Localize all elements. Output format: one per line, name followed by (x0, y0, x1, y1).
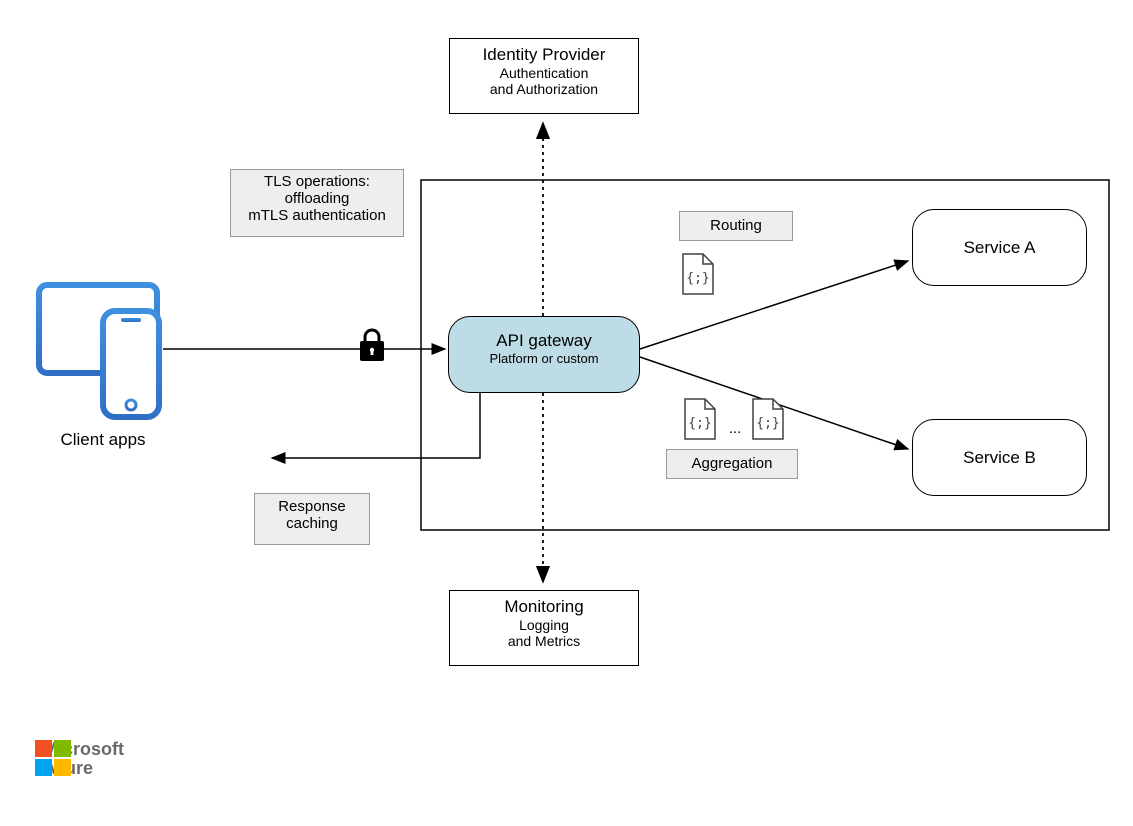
document-icon-aggregation-2: {;} (751, 397, 785, 441)
document-icon-aggregation-1: {;} (683, 397, 717, 441)
response-caching-l2: caching (255, 515, 369, 532)
svg-text:{;}: {;} (686, 271, 709, 286)
routing-box: Routing (679, 211, 793, 241)
api-gateway-box: API gateway Platform or custom (448, 316, 640, 393)
document-icon-routing: {;} (681, 252, 715, 296)
monitoring-title: Monitoring (450, 597, 638, 617)
svg-text:{;}: {;} (688, 416, 711, 431)
identity-provider-title: Identity Provider (450, 45, 638, 65)
response-caching-l1: Response (255, 498, 369, 515)
svg-text:{;}: {;} (756, 416, 779, 431)
identity-provider-sub2: and Authorization (450, 81, 638, 97)
diagram-canvas: Identity Provider Authentication and Aut… (0, 0, 1133, 826)
service-b-label: Service B (963, 448, 1036, 468)
api-gateway-sub: Platform or custom (449, 351, 639, 366)
aggregation-box: Aggregation (666, 449, 798, 479)
aggregation-dots: ... (721, 420, 749, 437)
identity-provider-sub1: Authentication (450, 65, 638, 81)
response-caching-box: Response caching (254, 493, 370, 545)
arrow-response-caching (272, 393, 480, 458)
identity-provider-box: Identity Provider Authentication and Aut… (449, 38, 639, 114)
service-a-box: Service A (912, 209, 1087, 286)
azure-logo: Microsoft Azure (35, 740, 124, 778)
monitoring-box: Monitoring Logging and Metrics (449, 590, 639, 666)
lock-icon (357, 327, 387, 363)
routing-label: Routing (710, 217, 762, 234)
tls-line2: offloading (231, 190, 403, 207)
microsoft-logo-icon (35, 740, 73, 778)
monitoring-sub2: and Metrics (450, 633, 638, 649)
tls-line1: TLS operations: (231, 173, 403, 190)
client-apps-label: Client apps (43, 430, 163, 450)
monitoring-sub1: Logging (450, 617, 638, 633)
api-gateway-title: API gateway (449, 331, 639, 351)
tls-line3: mTLS authentication (231, 207, 403, 224)
aggregation-label: Aggregation (692, 455, 773, 472)
tls-operations-box: TLS operations: offloading mTLS authenti… (230, 169, 404, 237)
connectors-svg (0, 0, 1133, 826)
service-b-box: Service B (912, 419, 1087, 496)
service-a-label: Service A (964, 238, 1036, 258)
client-devices-icon (33, 277, 168, 427)
